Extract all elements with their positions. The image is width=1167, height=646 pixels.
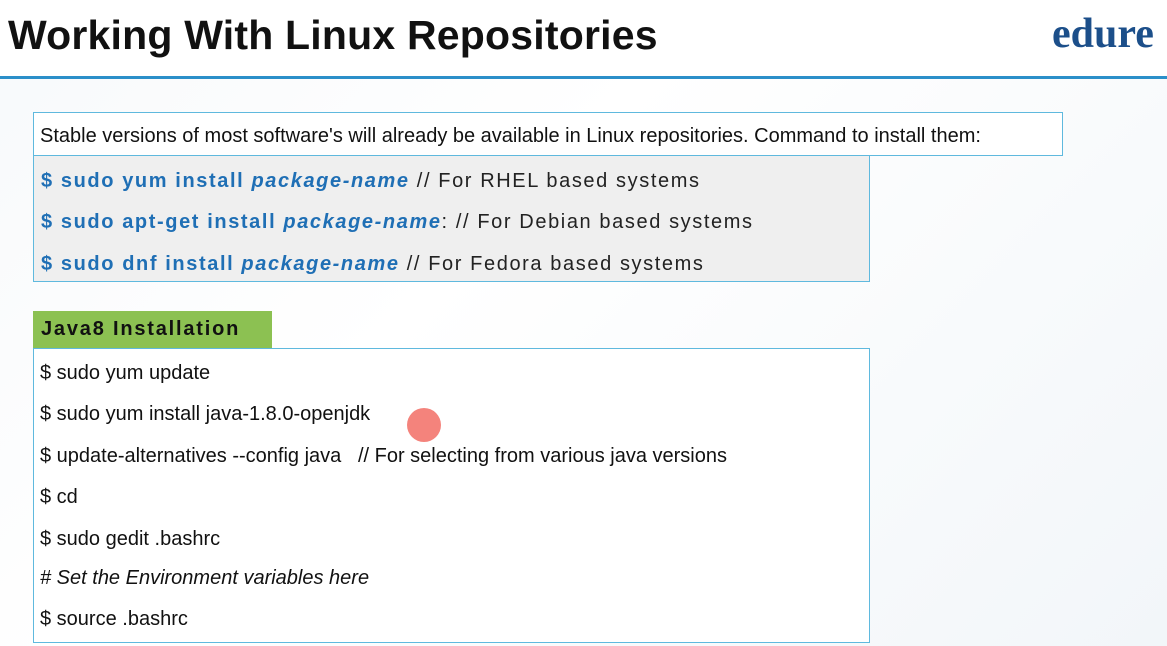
java-commands-box: $ sudo yum update $ sudo yum install jav… [33,348,870,643]
repo-command-fedora: $ sudo dnf install package-name // For F… [41,253,705,276]
java-section-heading: Java8 Installation [33,311,272,348]
pointer-highlight [407,408,441,442]
separator: : [441,211,456,233]
java-command-line: $ sudo yum install java-1.8.0-openjdk [40,403,371,425]
command-comment: // For Debian based systems [455,211,754,233]
intro-text: Stable versions of most software's will … [40,125,981,147]
command-text: $ sudo apt-get install [41,211,284,233]
repo-command-rhel: $ sudo yum install package-name // For R… [41,170,701,193]
java-command-line: $ sudo yum update [40,362,211,384]
java-command-line: $ update-alternatives --config java // F… [40,445,727,467]
java-comment-line: # Set the Environment variables here [40,567,370,589]
slide-header: Working With Linux Repositories edure [0,0,1167,79]
command-text: $ sudo yum install [41,170,252,192]
command-comment: // For RHEL based systems [416,170,701,192]
java-command-line: $ cd [40,486,78,508]
package-name-placeholder: package-name [283,211,442,233]
repo-command-debian: $ sudo apt-get install package-name: // … [41,211,754,234]
command-text: $ sudo dnf install [41,253,242,275]
java-command-line: $ source .bashrc [40,608,188,630]
package-name-placeholder: package-name [241,253,400,275]
repo-commands-box: $ sudo yum install package-name // For R… [33,156,870,282]
package-name-placeholder: package-name [251,170,410,192]
java-section-title: Java8 Installation [41,318,241,340]
brand-logo: edure [1052,11,1154,57]
slide-title: Working With Linux Repositories [8,12,658,58]
separator [410,170,417,192]
java-command-line: $ sudo gedit .bashrc [40,528,221,550]
separator [400,253,407,275]
intro-box: Stable versions of most software's will … [33,112,1063,156]
command-comment: // For Fedora based systems [406,253,705,275]
